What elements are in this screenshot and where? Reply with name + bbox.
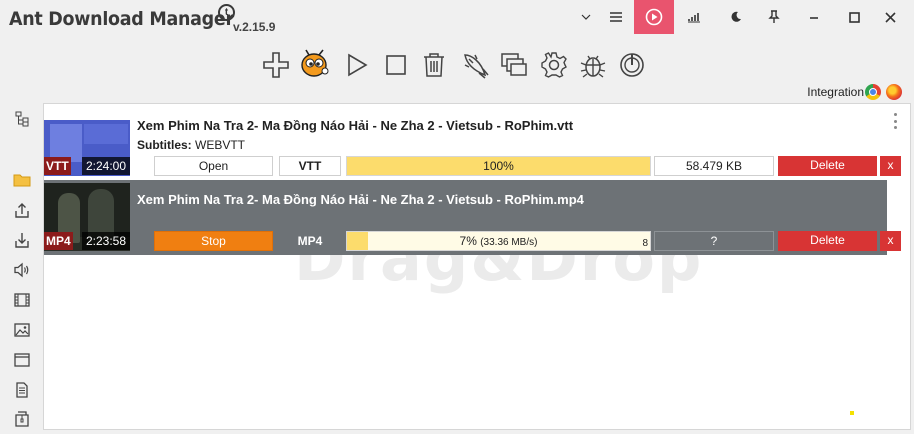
- play-icon[interactable]: [340, 48, 374, 82]
- more-options-icon[interactable]: [888, 111, 902, 131]
- progress-text: 100%: [483, 159, 514, 173]
- download-list[interactable]: Drag&Drop VTT 2:24:00 Xem Phim Na Tra 2-…: [43, 103, 911, 430]
- file-name: Xem Phim Na Tra 2- Ma Đồng Náo Hải - Ne …: [137, 118, 574, 133]
- menu-icon[interactable]: [598, 0, 634, 34]
- subtitles-info: Subtitles: WEBVTT: [137, 138, 245, 152]
- rocket-icon[interactable]: [458, 48, 492, 82]
- file-size: ?: [654, 231, 774, 251]
- format-badge: VTT: [44, 157, 71, 175]
- format-button[interactable]: VTT: [279, 156, 341, 176]
- document-icon[interactable]: [11, 379, 33, 401]
- audio-icon[interactable]: [11, 259, 33, 281]
- delete-button[interactable]: Delete: [778, 231, 877, 251]
- minimize-icon[interactable]: [796, 0, 832, 34]
- remove-button[interactable]: x: [880, 231, 901, 251]
- video-icon[interactable]: [11, 289, 33, 311]
- bug-icon[interactable]: [576, 48, 610, 82]
- download-speed: (33.36 MB/s): [480, 237, 538, 248]
- upload-icon[interactable]: [11, 199, 33, 221]
- chrome-icon[interactable]: [865, 84, 881, 100]
- open-button[interactable]: Open: [154, 156, 273, 176]
- stop-icon[interactable]: [379, 48, 413, 82]
- app-version: v.2.15.9: [233, 20, 276, 34]
- folder-icon[interactable]: [11, 169, 33, 191]
- window-icon[interactable]: [11, 349, 33, 371]
- subtitles-value: WEBVTT: [195, 138, 246, 152]
- firefox-icon[interactable]: [886, 84, 902, 100]
- title-bar: Ant Download Manager t v.2.15.9: [0, 0, 914, 40]
- file-name: Xem Phim Na Tra 2- Ma Đồng Náo Hải - Ne …: [137, 192, 584, 207]
- download-row[interactable]: VTT 2:24:00 Xem Phim Na Tra 2- Ma Đồng N…: [44, 105, 901, 180]
- progress-bar: 100%: [346, 156, 651, 176]
- download-row[interactable]: MP4 2:23:58 Xem Phim Na Tra 2- Ma Đồng N…: [44, 180, 901, 255]
- speed-meter-icon[interactable]: [676, 0, 712, 34]
- status-indicator: [850, 411, 854, 415]
- stop-button[interactable]: Stop: [154, 231, 273, 251]
- subtitles-label: Subtitles:: [137, 138, 192, 152]
- video-play-icon[interactable]: [634, 0, 674, 34]
- archive-icon[interactable]: [11, 408, 33, 430]
- ant-icon[interactable]: [298, 48, 332, 82]
- connection-count: 8: [642, 238, 648, 249]
- moon-icon[interactable]: [718, 0, 754, 34]
- plus-icon[interactable]: [259, 48, 293, 82]
- file-size: 58.479 KB: [654, 156, 774, 176]
- maximize-icon[interactable]: [836, 0, 872, 34]
- app-title: Ant Download Manager: [9, 8, 234, 30]
- gear-icon[interactable]: [537, 48, 571, 82]
- duration-label: 2:24:00: [82, 157, 130, 175]
- pin-icon[interactable]: [756, 0, 792, 34]
- remove-button[interactable]: x: [880, 156, 901, 176]
- duration-label: 2:23:58: [82, 232, 130, 250]
- app-logo-icon: t: [218, 4, 235, 21]
- image-icon[interactable]: [11, 319, 33, 341]
- progress-text: 7% (33.36 MB/s): [459, 234, 538, 248]
- download-icon[interactable]: [11, 229, 33, 251]
- power-icon[interactable]: [615, 48, 649, 82]
- progress-bar: 7% (33.36 MB/s) 8: [346, 231, 651, 251]
- delete-button[interactable]: Delete: [778, 156, 877, 176]
- tree-icon[interactable]: [11, 108, 33, 130]
- format-badge: MP4: [44, 232, 73, 250]
- close-icon[interactable]: [872, 0, 908, 34]
- windows-icon[interactable]: [497, 48, 531, 82]
- integration-label: Integration: [807, 85, 864, 99]
- format-button[interactable]: MP4: [279, 231, 341, 251]
- trash-icon[interactable]: [417, 48, 451, 82]
